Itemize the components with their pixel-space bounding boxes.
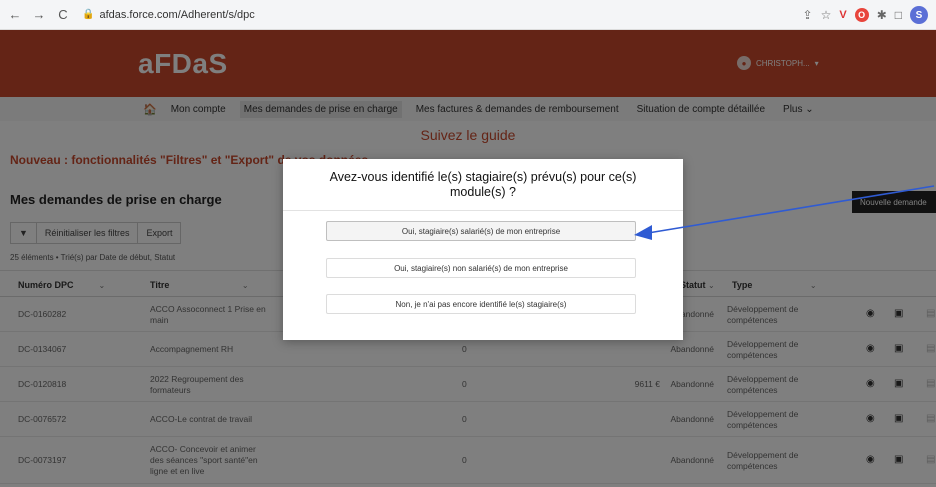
extension-o-icon[interactable]: O	[854, 8, 869, 22]
forward-icon[interactable]: →	[30, 6, 48, 24]
browser-toolbar: ← → C 🔒 afdas.force.com/Adherent/s/dpc ⇪…	[0, 0, 936, 30]
extension-v-icon[interactable]: V	[839, 9, 846, 21]
lock-icon: 🔒	[82, 9, 95, 20]
annotation-arrow-icon	[634, 185, 935, 240]
puzzle-icon[interactable]: ✱	[877, 8, 887, 22]
option-non-salaried-trainees-button[interactable]: Oui, stagiaire(s) non salarié(s) de mon …	[326, 258, 636, 278]
option-salaried-trainees-button[interactable]: Oui, stagiaire(s) salarié(s) de mon entr…	[326, 221, 636, 241]
share-icon[interactable]: ⇪	[803, 8, 813, 22]
star-icon[interactable]: ☆	[821, 8, 832, 22]
address-bar[interactable]: 🔒 afdas.force.com/Adherent/s/dpc	[82, 9, 255, 21]
modal-title: Avez-vous identifié le(s) stagiaire(s) p…	[283, 159, 683, 211]
option-not-identified-button[interactable]: Non, je n'ai pas encore identifié le(s) …	[326, 294, 636, 314]
trainee-identification-modal: Avez-vous identifié le(s) stagiaire(s) p…	[283, 159, 683, 340]
profile-avatar[interactable]: S	[910, 6, 928, 24]
browser-actions: ⇪ ☆ V O ✱ □ S	[803, 6, 928, 24]
url-text: afdas.force.com/Adherent/s/dpc	[99, 8, 255, 21]
reload-icon[interactable]: C	[54, 6, 72, 24]
sidebar-icon[interactable]: □	[895, 8, 902, 22]
back-icon[interactable]: ←	[6, 6, 24, 24]
